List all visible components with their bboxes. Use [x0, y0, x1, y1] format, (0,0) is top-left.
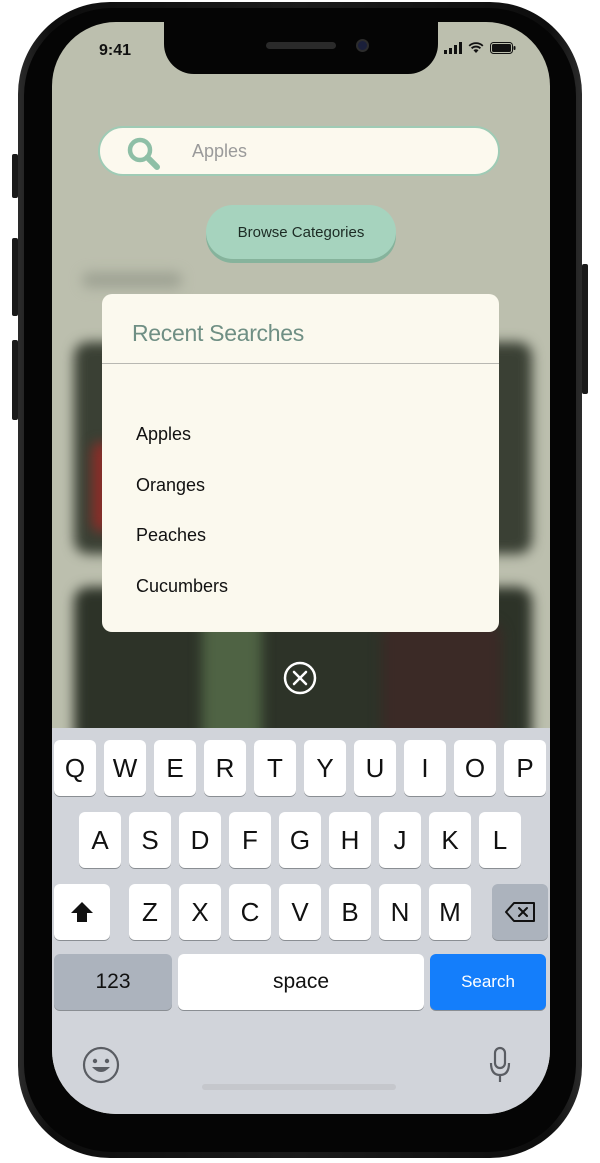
- key-s[interactable]: S: [129, 812, 171, 868]
- key-k[interactable]: K: [429, 812, 471, 868]
- key-x[interactable]: X: [179, 884, 221, 940]
- status-icons: [444, 42, 516, 54]
- key-q[interactable]: Q: [54, 740, 96, 796]
- key-i[interactable]: I: [404, 740, 446, 796]
- key-d[interactable]: D: [179, 812, 221, 868]
- numbers-key[interactable]: 123: [54, 954, 172, 1010]
- side-button: [582, 264, 588, 394]
- delete-key[interactable]: [492, 884, 548, 940]
- backspace-icon: [505, 902, 535, 922]
- keyboard: Q W E R T Y U I O P A S D F G H J K L Z …: [52, 728, 550, 1114]
- front-camera: [356, 39, 369, 52]
- key-l[interactable]: L: [479, 812, 521, 868]
- recent-search-item[interactable]: Apples: [136, 424, 191, 445]
- home-indicator: [202, 1084, 396, 1090]
- close-icon[interactable]: [283, 661, 317, 695]
- recent-search-item[interactable]: Oranges: [136, 475, 205, 496]
- key-t[interactable]: T: [254, 740, 296, 796]
- key-b[interactable]: B: [329, 884, 371, 940]
- notch: [164, 22, 438, 74]
- shift-key[interactable]: [54, 884, 110, 940]
- recent-searches-title: Recent Searches: [132, 320, 304, 346]
- volume-up-button: [12, 238, 18, 316]
- speaker: [266, 42, 336, 49]
- background-heading: [82, 272, 182, 288]
- key-z[interactable]: Z: [129, 884, 171, 940]
- key-c[interactable]: C: [229, 884, 271, 940]
- key-w[interactable]: W: [104, 740, 146, 796]
- shift-icon: [71, 902, 93, 922]
- cellular-signal-icon: [444, 42, 462, 54]
- search-icon: [127, 137, 160, 170]
- key-r[interactable]: R: [204, 740, 246, 796]
- key-a[interactable]: A: [79, 812, 121, 868]
- wifi-icon: [468, 42, 484, 53]
- browse-categories-button[interactable]: Browse Categories: [206, 205, 396, 259]
- status-time: 9:41: [99, 42, 132, 59]
- key-o[interactable]: O: [454, 740, 496, 796]
- key-e[interactable]: E: [154, 740, 196, 796]
- background-produce: [382, 622, 502, 742]
- key-v[interactable]: V: [279, 884, 321, 940]
- recent-search-item[interactable]: Peaches: [136, 525, 206, 546]
- key-y[interactable]: Y: [304, 740, 346, 796]
- key-g[interactable]: G: [279, 812, 321, 868]
- search-input[interactable]: [192, 138, 472, 164]
- key-j[interactable]: J: [379, 812, 421, 868]
- search-key[interactable]: Search: [430, 954, 546, 1010]
- volume-down-button: [12, 340, 18, 420]
- search-bar[interactable]: [98, 126, 500, 176]
- emoji-icon[interactable]: [82, 1046, 120, 1084]
- recent-search-item[interactable]: Cucumbers: [136, 576, 228, 597]
- screen: 9:41 Browse Categories Recent Searches: [52, 22, 550, 1114]
- microphone-icon[interactable]: [488, 1046, 512, 1086]
- key-f[interactable]: F: [229, 812, 271, 868]
- space-key[interactable]: space: [178, 954, 424, 1010]
- key-p[interactable]: P: [504, 740, 546, 796]
- mute-switch: [12, 154, 18, 198]
- battery-icon: [490, 42, 516, 54]
- divider: [102, 363, 499, 364]
- key-m[interactable]: M: [429, 884, 471, 940]
- recent-searches-panel: Recent Searches Apples Oranges Peaches C…: [102, 294, 499, 632]
- key-n[interactable]: N: [379, 884, 421, 940]
- key-h[interactable]: H: [329, 812, 371, 868]
- key-u[interactable]: U: [354, 740, 396, 796]
